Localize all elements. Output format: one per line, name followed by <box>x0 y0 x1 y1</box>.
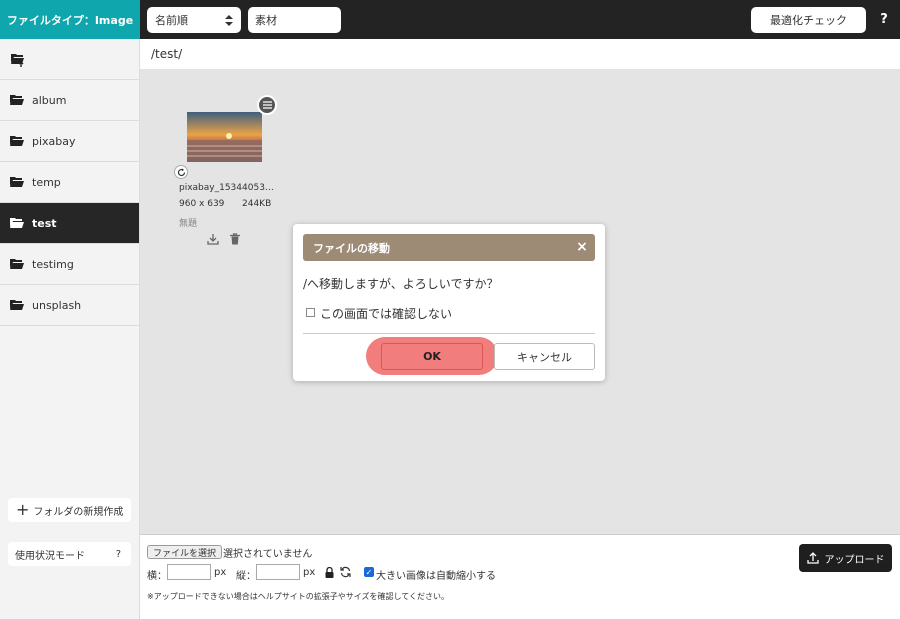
plus-icon: + <box>16 500 30 519</box>
sidebar-item-label: testimg <box>32 257 74 271</box>
sidebar-item-pixabay[interactable]: pixabay <box>0 121 139 162</box>
folder-icon <box>10 176 24 188</box>
folder-up-icon <box>11 53 24 67</box>
file-name: pixabay_15344053… <box>179 183 274 193</box>
dont-confirm-label: この画面では確認しない <box>320 307 453 321</box>
dialog-header: ファイルの移動 × <box>303 234 595 261</box>
sidebar-item-label: album <box>32 93 67 107</box>
new-folder-label: フォルダの新規作成 <box>33 506 124 518</box>
width-label: 横： <box>147 571 167 582</box>
sidebar-item-unsplash[interactable]: unsplash <box>0 285 139 326</box>
hamburger-icon <box>262 101 272 109</box>
new-folder-button[interactable]: + フォルダの新規作成 <box>8 498 131 522</box>
optimize-check-button[interactable]: 最適化チェック <box>751 7 866 33</box>
width-input[interactable] <box>167 564 211 580</box>
dont-confirm-checkbox[interactable] <box>306 308 315 317</box>
upload-button-label: アップロード <box>824 554 885 566</box>
upload-note: ※アップロードできない場合はヘルプサイトの拡張子やサイズを確認してください。 <box>147 592 449 601</box>
refresh-icon[interactable] <box>174 165 188 179</box>
folder-icon <box>10 94 24 106</box>
sidebar-item-testimg[interactable]: testimg <box>0 244 139 285</box>
sidebar-item-label: temp <box>32 175 61 189</box>
dialog-title: ファイルの移動 <box>313 241 390 255</box>
dialog-message: /へ移動しますが、よろしいですか？ <box>303 277 499 291</box>
file-caption: 無題 <box>179 219 198 229</box>
folder-icon <box>10 135 24 147</box>
upload-button[interactable]: アップロード <box>799 544 892 572</box>
trash-icon[interactable] <box>229 233 241 245</box>
usage-mode-label: 使用状況モード <box>15 550 85 562</box>
question-icon: ? <box>115 548 121 560</box>
download-icon[interactable] <box>207 233 219 245</box>
current-path: /test/ <box>151 47 183 61</box>
folder-icon <box>10 258 24 270</box>
up-down-arrows-icon <box>225 14 233 26</box>
choose-file-button[interactable]: ファイルを選択 <box>147 545 223 559</box>
folder-icon <box>10 217 24 229</box>
folder-sidebar: album pixabay temp test testimg unsplash <box>0 39 140 619</box>
file-type-label: ファイルタイプ：Image <box>0 0 140 39</box>
upload-icon <box>806 552 819 564</box>
help-icon[interactable]: ? <box>874 9 894 29</box>
search-input-value: 素材 <box>255 14 277 27</box>
sidebar-item-label: test <box>32 216 57 230</box>
sort-select-value: 名前順 <box>155 14 188 27</box>
no-file-selected-text: 選択されていません <box>223 549 313 560</box>
folder-icon <box>10 299 24 311</box>
file-size: 244KB <box>242 199 272 209</box>
sidebar-item-label: pixabay <box>32 134 76 148</box>
file-menu-button[interactable] <box>257 95 277 115</box>
sync-icon[interactable] <box>340 566 351 578</box>
file-dimensions: 960 x 639 <box>179 199 225 209</box>
file-thumbnail[interactable] <box>187 112 262 162</box>
ok-button[interactable]: OK <box>381 343 483 370</box>
search-input[interactable]: 素材 <box>248 7 341 33</box>
height-label: 縦： <box>236 571 256 582</box>
height-unit: px <box>303 567 316 578</box>
auto-resize-checkbox[interactable]: ✓ <box>364 567 374 577</box>
lock-icon[interactable] <box>325 567 334 578</box>
sort-select[interactable]: 名前順 <box>147 7 241 33</box>
auto-resize-label: 大きい画像は自動縮小する <box>376 571 496 582</box>
path-bar: /test/ <box>140 39 900 69</box>
width-unit: px <box>214 567 227 578</box>
parent-folder-button[interactable] <box>0 39 139 80</box>
sidebar-item-label: unsplash <box>32 298 82 312</box>
sidebar-item-temp[interactable]: temp <box>0 162 139 203</box>
sidebar-item-test[interactable]: test <box>0 203 139 244</box>
cancel-button[interactable]: キャンセル <box>494 343 595 370</box>
height-input[interactable] <box>256 564 300 580</box>
close-icon[interactable]: × <box>575 239 589 255</box>
sidebar-item-album[interactable]: album <box>0 80 139 121</box>
usage-mode-button[interactable]: 使用状況モード ? <box>8 542 131 566</box>
dialog-divider <box>303 333 595 334</box>
